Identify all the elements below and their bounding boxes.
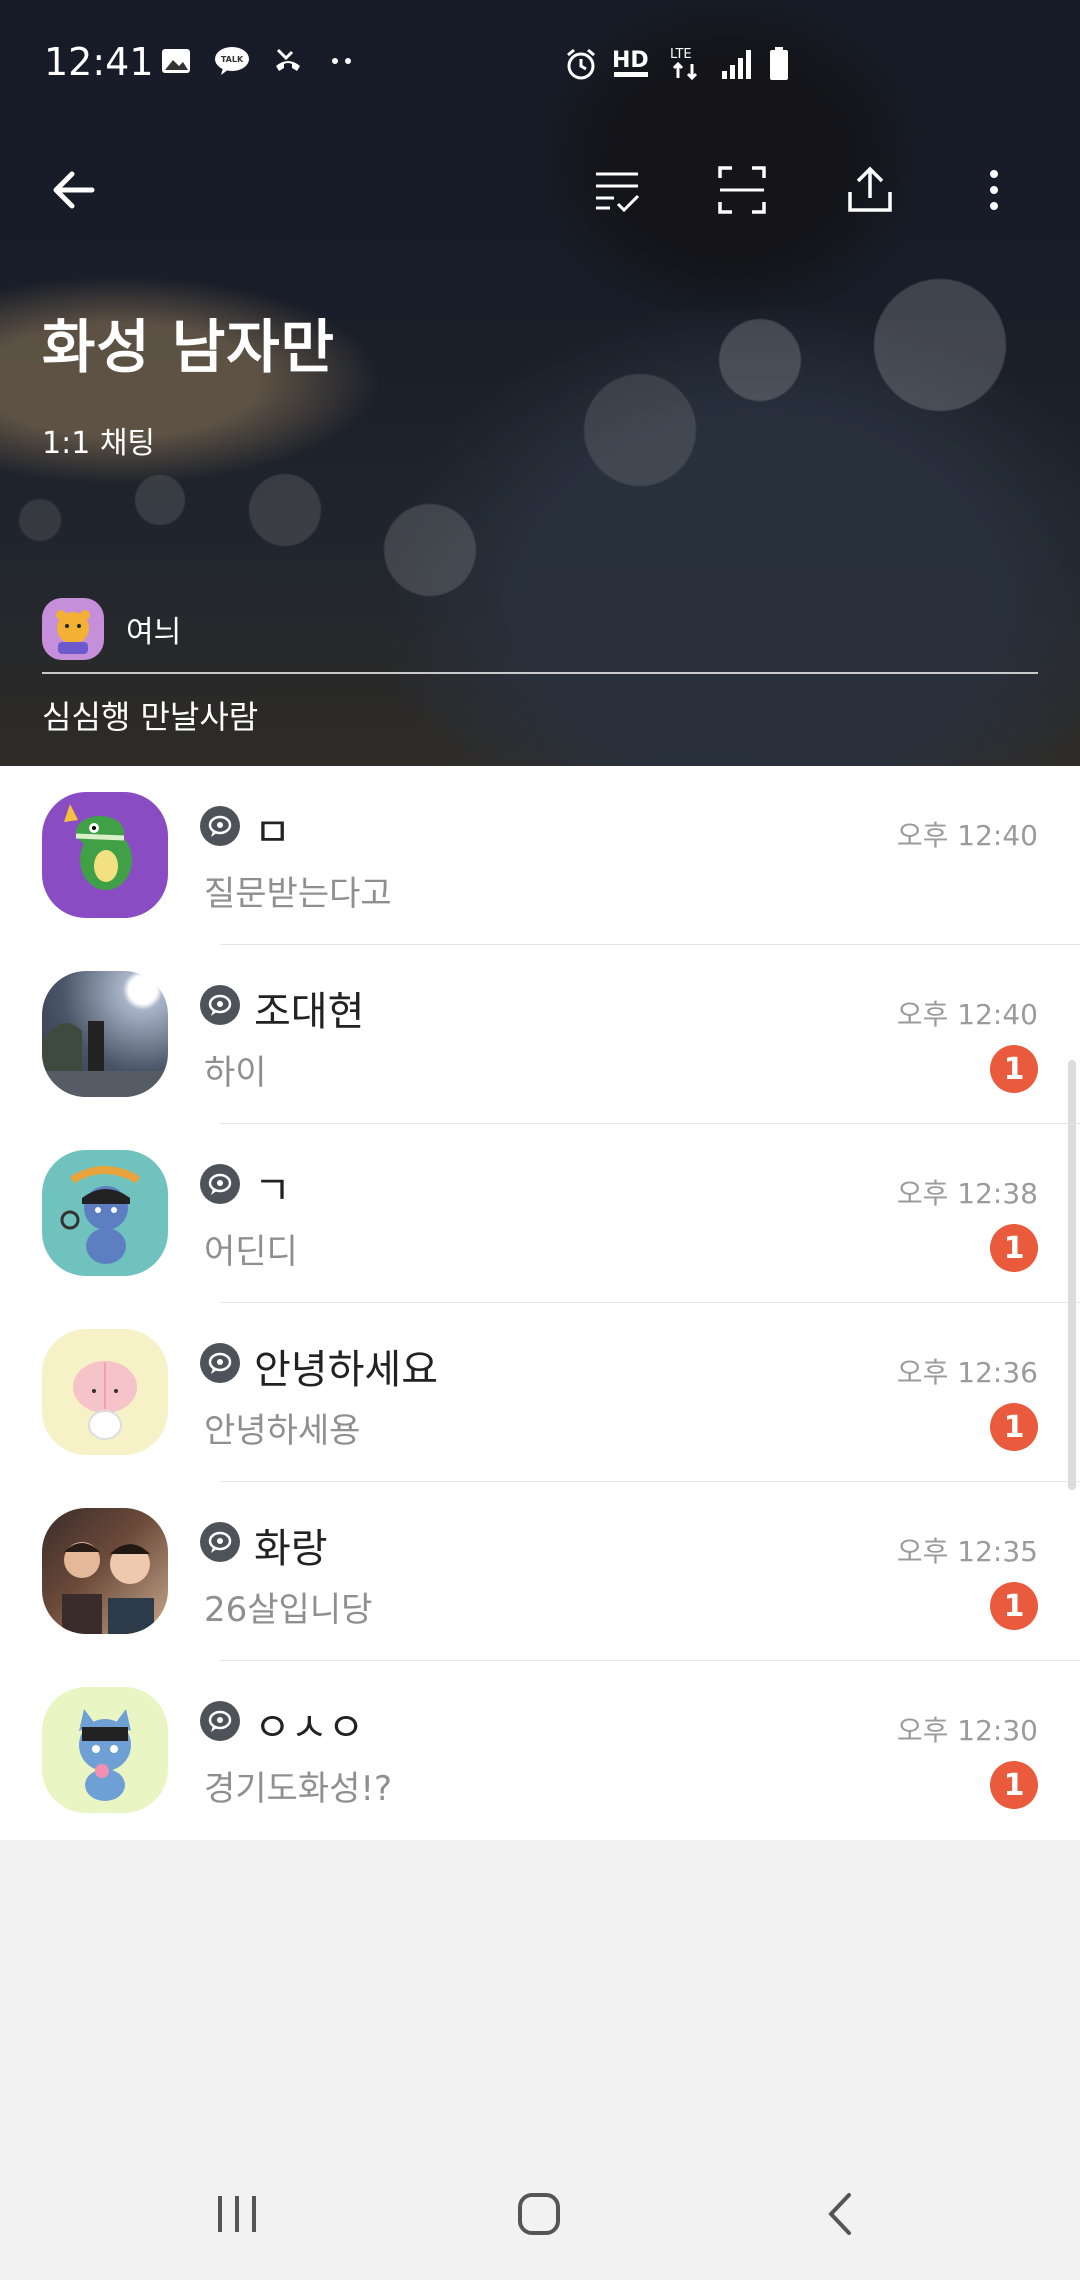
owner-avatar <box>42 598 104 660</box>
svg-text:HD: HD <box>612 48 649 73</box>
back-button[interactable] <box>38 154 110 226</box>
chat-last-message: 경기도화성!? <box>204 1769 393 1809</box>
avatar <box>42 792 168 918</box>
chat-time: 오후 12:40 <box>896 998 1038 1031</box>
photo-avatar-icon <box>62 1542 154 1634</box>
recents-icon <box>218 2196 256 2232</box>
avatar <box>42 971 168 1097</box>
room-subtitle: 1:1 채팅 <box>42 426 156 461</box>
chat-row[interactable]: ㅇㅅㅇ 오후 12:30 경기도화성!? 1 <box>0 1661 1080 1840</box>
avatar <box>42 1508 168 1634</box>
nav-back-icon <box>828 2193 851 2235</box>
chat-last-message: 안녕하세용 <box>204 1411 361 1451</box>
status-bar: 12:41 TALK HD LTE <box>0 0 1080 130</box>
chat-row[interactable]: ㄱ 오후 12:38 어딘디 1 <box>0 1124 1080 1303</box>
open-chat-icon <box>200 985 240 1025</box>
gallery-icon <box>162 49 190 73</box>
system-back-button[interactable] <box>796 2174 886 2254</box>
capture-button[interactable] <box>706 154 778 226</box>
room-title: 화성 남자만 <box>42 313 335 381</box>
chat-last-message: 질문받는다고 <box>204 874 392 914</box>
avatar <box>42 1329 168 1455</box>
unread-count-badge: 1 <box>990 1224 1038 1272</box>
status-icons-left: TALK <box>160 46 358 76</box>
app-bar <box>0 140 1080 250</box>
chat-name: 화랑 <box>254 1526 328 1572</box>
status-time: 12:41 <box>44 40 154 84</box>
missed-call-icon <box>276 48 300 71</box>
open-chat-icon <box>200 1343 240 1383</box>
share-icon <box>848 166 892 212</box>
share-button[interactable] <box>834 154 906 226</box>
talk-icon: TALK <box>215 47 249 75</box>
back-arrow-icon <box>53 171 95 209</box>
chat-row[interactable]: 조대현 오후 12:40 하이 1 <box>0 945 1080 1124</box>
chat-name: 조대현 <box>254 989 365 1035</box>
alarm-icon <box>567 48 595 80</box>
unread-count-badge: 1 <box>990 1761 1038 1809</box>
signal-icon <box>722 50 751 79</box>
open-chat-icon <box>200 806 240 846</box>
chat-row[interactable]: ㅁ 오후 12:40 질문받는다고 <box>0 766 1080 945</box>
friday-character-avatar-icon <box>60 1166 141 1264</box>
chat-name: ㄱ <box>254 1168 291 1214</box>
photo-avatar-icon <box>42 1021 168 1097</box>
chat-last-message: 하이 <box>204 1053 267 1093</box>
chat-name: ㅇㅅㅇ <box>254 1705 365 1751</box>
owner-name: 여늬 <box>126 615 182 650</box>
scrollbar[interactable] <box>1068 1060 1076 1490</box>
chat-time: 오후 12:38 <box>896 1177 1038 1210</box>
open-chat-icon <box>200 1701 240 1741</box>
chat-row[interactable]: 화랑 오후 12:35 26살입니당 1 <box>0 1482 1080 1661</box>
more-vert-icon <box>990 170 998 210</box>
navigation-bar <box>0 2150 1080 2280</box>
chat-time: 오후 12:30 <box>896 1714 1038 1747</box>
home-icon <box>518 2193 560 2235</box>
chat-time: 오후 12:35 <box>896 1535 1038 1568</box>
chat-list: ㅁ 오후 12:40 질문받는다고 조대현 오후 12:40 하이 1 ㄱ 오후… <box>0 766 1080 1840</box>
chatroom-header: 12:41 TALK HD LTE 화성 남자만 1:1 채팅 여늬 심심행 만… <box>0 0 1080 766</box>
lte-icon: LTE <box>670 47 698 81</box>
open-chat-icon <box>200 1522 240 1562</box>
svg-text:LTE: LTE <box>670 47 692 62</box>
more-options-button[interactable] <box>958 154 1030 226</box>
chat-row[interactable]: 안녕하세요 오후 12:36 안녕하세용 1 <box>0 1303 1080 1482</box>
svg-text:TALK: TALK <box>221 55 244 64</box>
capture-icon <box>718 166 766 214</box>
bear-avatar-icon <box>56 610 90 654</box>
hd-voice-icon: HD <box>612 48 649 77</box>
header-divider <box>42 672 1038 674</box>
recents-button[interactable] <box>192 2174 282 2254</box>
unread-count-badge: 1 <box>990 1582 1038 1630</box>
home-button[interactable] <box>494 2174 584 2254</box>
open-chat-icon <box>200 1164 240 1204</box>
battery-icon <box>770 47 788 80</box>
unread-count-badge: 1 <box>990 1403 1038 1451</box>
chat-last-message: 26살입니당 <box>204 1590 373 1630</box>
chat-last-message: 어딘디 <box>204 1232 298 1272</box>
chat-time: 오후 12:36 <box>896 1356 1038 1389</box>
green-dino-avatar-icon <box>64 804 132 890</box>
chat-name: ㅁ <box>254 810 291 856</box>
status-icons-right: HD LTE <box>564 44 790 84</box>
avatar <box>42 1150 168 1276</box>
chat-name: 안녕하세요 <box>254 1347 438 1393</box>
checklist-icon <box>596 172 640 213</box>
checklist-button[interactable] <box>582 154 654 226</box>
blue-cat-avatar-icon <box>79 1709 131 1801</box>
chat-time: 오후 12:40 <box>896 819 1038 852</box>
peach-avatar-icon <box>73 1361 137 1440</box>
room-description: 심심행 만날사람 <box>42 698 259 736</box>
more-dots-icon <box>332 58 351 64</box>
avatar <box>42 1687 168 1813</box>
unread-count-badge: 1 <box>990 1045 1038 1093</box>
room-owner[interactable]: 여늬 <box>42 598 181 660</box>
